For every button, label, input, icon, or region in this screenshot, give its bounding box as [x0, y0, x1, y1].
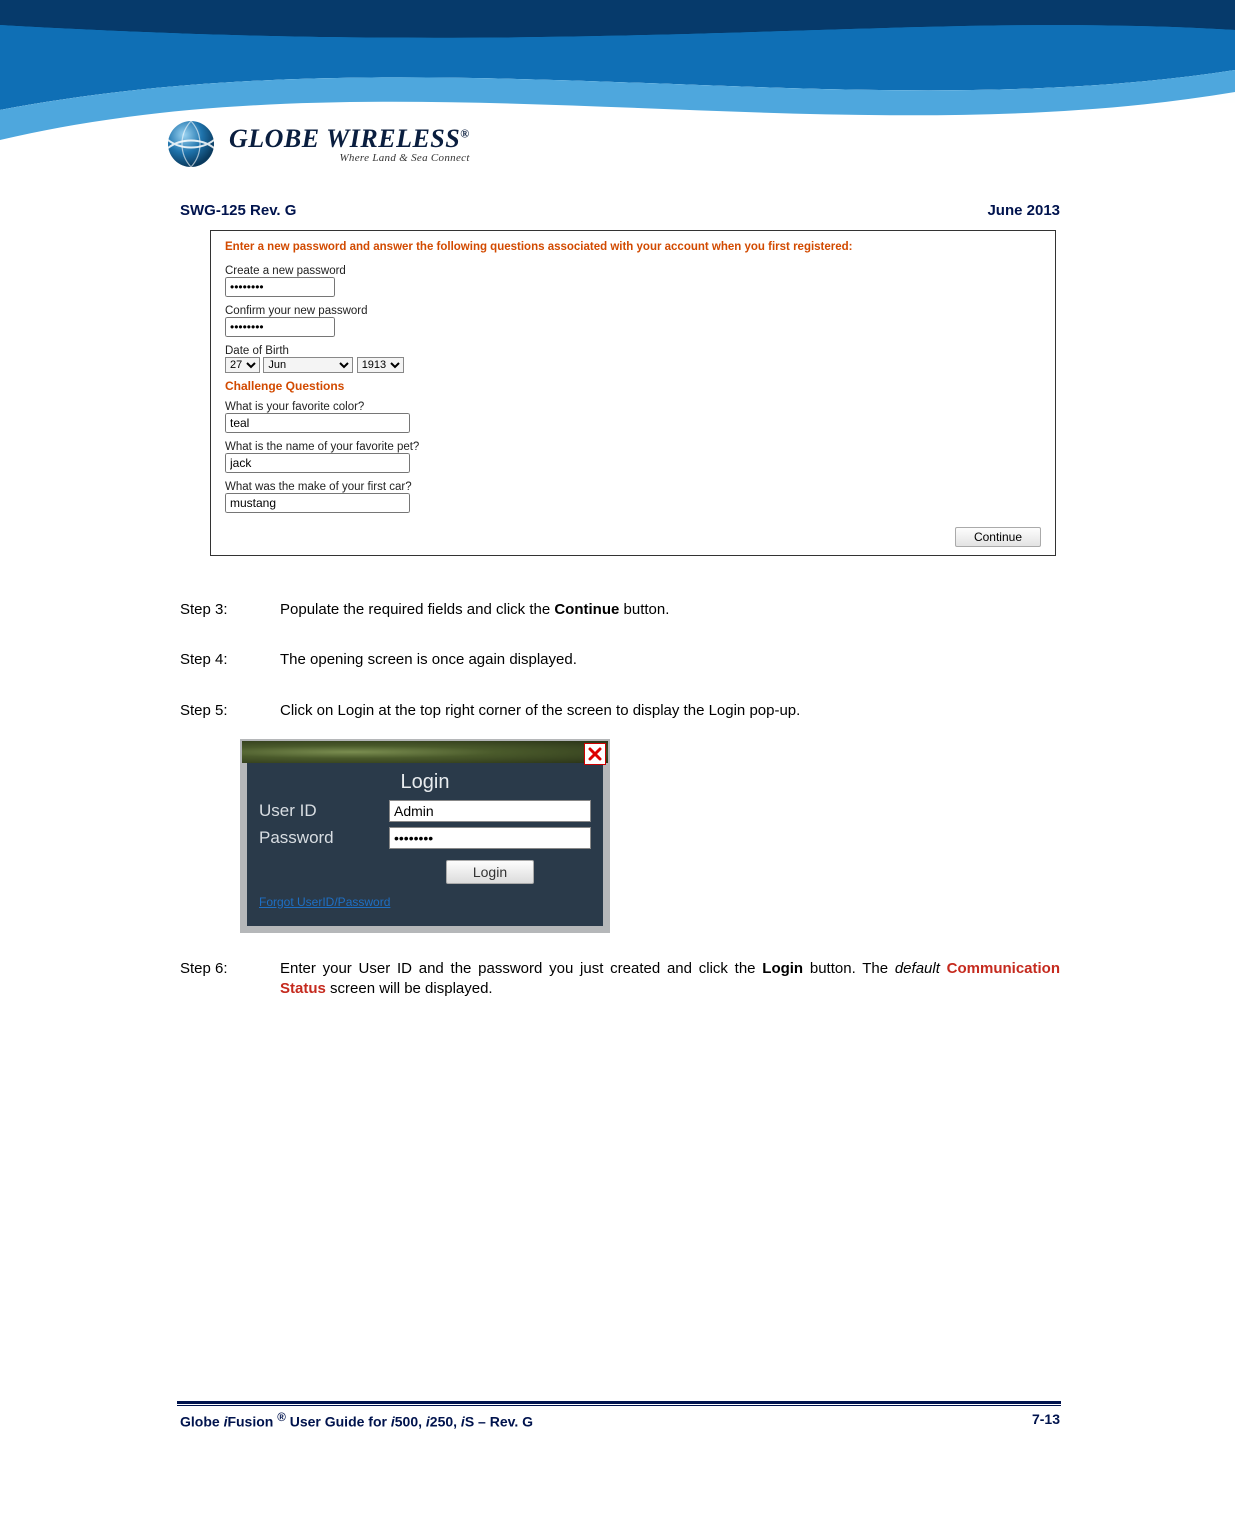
step-6-g: screen will be displayed. [326, 980, 493, 997]
footer-page: 7-13 [1032, 1411, 1060, 1430]
step-5-label: Step 5: [180, 701, 280, 721]
footer-row: Globe iFusion ® User Guide for i500, i25… [180, 1411, 1060, 1430]
challenge-questions-title: Challenge Questions [225, 379, 1041, 393]
step-3: Step 3: Populate the required fields and… [180, 600, 1060, 620]
login-inner: Login User ID Password Login Forgot User… [247, 763, 603, 926]
logo-block: GLOBE WIRELESS® Where Land & Sea Connect [165, 118, 470, 170]
step-5: Step 5: Click on Login at the top right … [180, 701, 1060, 721]
login-popup-screenshot: Login User ID Password Login Forgot User… [240, 739, 610, 933]
step-4: Step 4: The opening screen is once again… [180, 650, 1060, 670]
q2-label: What is the name of your favorite pet? [225, 441, 1041, 453]
panel-instruction: Enter a new password and answer the foll… [225, 241, 1041, 253]
q3-label: What was the make of your first car? [225, 481, 1041, 493]
doc-rev: SWG-125 Rev. G [180, 202, 296, 219]
f-g: 500, [395, 1414, 426, 1430]
q3-input[interactable] [225, 493, 410, 513]
dob-row: 27 Jun 1913 [225, 357, 1041, 373]
dob-year-select[interactable]: 1913 [357, 357, 404, 373]
create-password-input[interactable] [225, 277, 335, 297]
f-c: Fusion [227, 1414, 277, 1430]
step-3-text-c: button. [619, 601, 669, 618]
step-3-text-a: Populate the required fields and click t… [280, 601, 554, 618]
password-label: Password [259, 827, 389, 850]
login-title: Login [259, 769, 591, 796]
brand-reg: ® [460, 126, 469, 140]
step-3-label: Step 3: [180, 600, 280, 620]
f-k: S – Rev. G [465, 1414, 533, 1430]
f-i: 250, [430, 1414, 461, 1430]
step-4-body: The opening screen is once again display… [280, 650, 1060, 670]
continue-button[interactable]: Continue [955, 527, 1041, 547]
step-5-body: Click on Login at the top right corner o… [280, 701, 1060, 721]
step-6-e [940, 960, 947, 977]
password-challenge-panel: Enter a new password and answer the foll… [210, 230, 1056, 556]
page-header-row: SWG-125 Rev. G June 2013 [180, 202, 1060, 219]
q1-label: What is your favorite color? [225, 401, 1041, 413]
f-d: ® [277, 1411, 286, 1424]
doc-date: June 2013 [987, 202, 1060, 219]
password-input[interactable] [389, 827, 591, 849]
userid-input[interactable] [389, 800, 591, 822]
footer-rule [177, 1401, 1061, 1406]
confirm-password-input[interactable] [225, 317, 335, 337]
dob-month-select[interactable]: Jun [263, 357, 353, 373]
close-icon[interactable] [584, 743, 606, 765]
step-6-b: Login [762, 960, 803, 977]
footer-left: Globe iFusion ® User Guide for i500, i25… [180, 1411, 533, 1430]
q1-input[interactable] [225, 413, 410, 433]
userid-label: User ID [259, 800, 389, 823]
step-4-label: Step 4: [180, 650, 280, 670]
confirm-password-label: Confirm your new password [225, 305, 1041, 317]
f-e: User Guide for [286, 1414, 391, 1430]
dob-label: Date of Birth [225, 345, 1041, 357]
login-button[interactable]: Login [446, 860, 534, 884]
globe-logo-icon [165, 118, 217, 170]
brand-name: GLOBE WIRELESS® [229, 124, 470, 154]
q2-input[interactable] [225, 453, 410, 473]
step-6-body: Enter your User ID and the password you … [280, 959, 1060, 1000]
dob-day-select[interactable]: 27 [225, 357, 260, 373]
step-3-bold: Continue [554, 601, 619, 618]
forgot-link[interactable]: Forgot UserID/Password [259, 894, 390, 910]
create-password-label: Create a new password [225, 265, 1041, 277]
popup-bg-strip [242, 741, 608, 763]
step-3-body: Populate the required fields and click t… [280, 600, 1060, 620]
brand-text: GLOBE WIRELESS [229, 124, 460, 153]
step-6-label: Step 6: [180, 959, 280, 1000]
steps-block: Step 3: Populate the required fields and… [180, 600, 1060, 1029]
step-6-a: Enter your User ID and the password you … [280, 960, 762, 977]
f-a: Globe [180, 1414, 224, 1430]
step-6-c: button. The [803, 960, 895, 977]
step-6: Step 6: Enter your User ID and the passw… [180, 959, 1060, 1000]
step-6-d: default [895, 960, 940, 977]
